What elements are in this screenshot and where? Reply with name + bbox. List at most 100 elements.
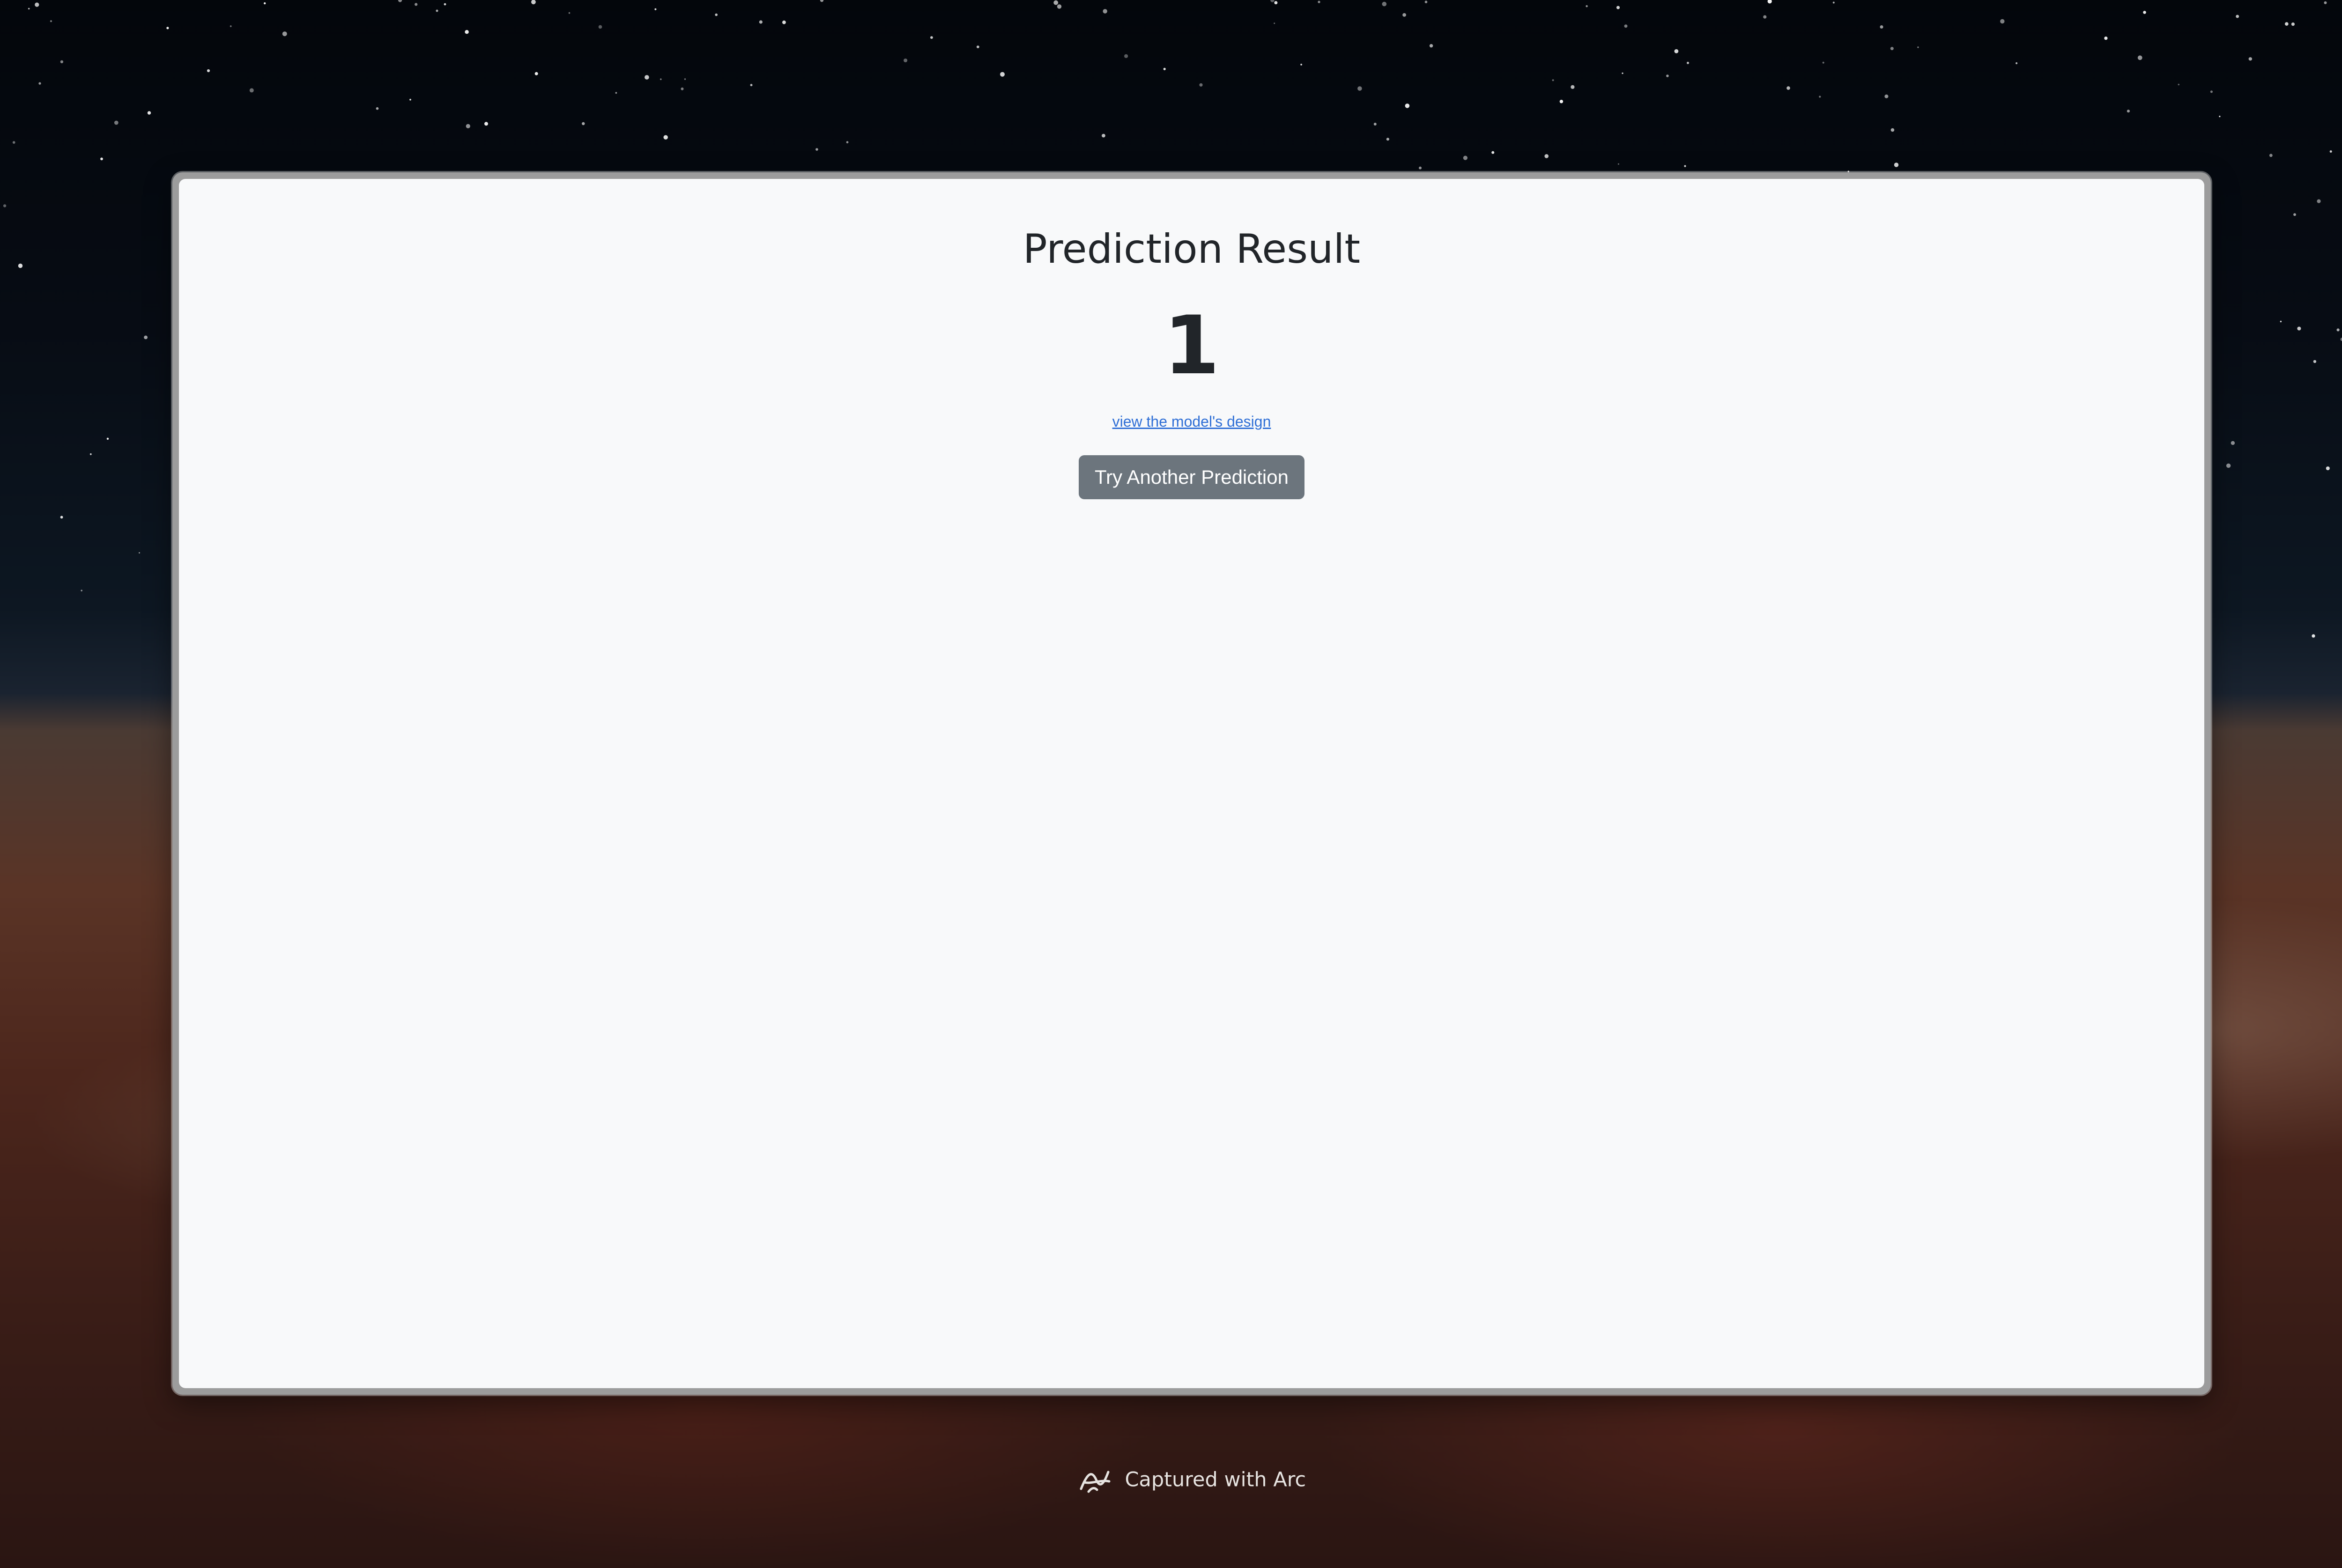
star <box>106 437 109 440</box>
star <box>820 0 824 2</box>
browser-window: Prediction Result 1 view the model's des… <box>172 172 2211 1395</box>
star <box>2336 328 2340 332</box>
star <box>409 98 411 101</box>
star <box>38 82 41 85</box>
prediction-value: 1 <box>1164 298 1220 392</box>
star <box>1386 138 1389 141</box>
star <box>2210 90 2213 93</box>
star <box>139 552 140 554</box>
star <box>1424 0 1428 4</box>
star <box>1763 15 1767 19</box>
star <box>1300 64 1303 66</box>
star <box>1463 155 1467 160</box>
star <box>715 13 718 16</box>
star <box>930 36 933 39</box>
star <box>444 3 446 6</box>
star <box>2326 466 2330 470</box>
star <box>1890 47 1894 51</box>
star <box>1571 85 1575 89</box>
star <box>2312 634 2315 638</box>
star <box>531 0 536 5</box>
star <box>2313 360 2317 363</box>
star <box>1684 165 1686 167</box>
star <box>2143 11 2146 14</box>
star <box>1318 0 1320 3</box>
star <box>1053 0 1059 5</box>
view-design-link[interactable]: view the model's design <box>179 413 2204 430</box>
star <box>1057 4 1062 9</box>
star <box>1666 74 1669 77</box>
star <box>2016 62 2018 65</box>
star <box>60 516 63 519</box>
star <box>846 141 849 144</box>
star <box>1199 83 1203 87</box>
star <box>415 3 418 6</box>
star <box>1124 54 1128 58</box>
star <box>1559 100 1564 104</box>
star <box>2104 37 2108 40</box>
star <box>782 20 786 24</box>
star <box>1687 61 1689 64</box>
star <box>1586 5 1588 7</box>
star <box>1880 25 1883 29</box>
star <box>1382 1 1387 7</box>
star <box>904 59 908 62</box>
star <box>2297 326 2301 331</box>
star <box>750 84 753 87</box>
star <box>2000 19 2005 24</box>
star <box>681 87 684 90</box>
star <box>684 78 686 80</box>
star <box>18 263 23 268</box>
star <box>3 204 7 207</box>
star <box>2324 1 2327 4</box>
star <box>1917 46 1919 48</box>
star <box>28 7 30 10</box>
star <box>2293 213 2296 216</box>
star <box>376 107 379 110</box>
star <box>1894 163 1899 167</box>
star <box>1402 13 1407 17</box>
star <box>207 69 210 73</box>
star <box>645 75 649 80</box>
star <box>976 45 979 48</box>
try-another-prediction-button[interactable]: Try Another Prediction <box>1079 455 1304 499</box>
star <box>1617 163 1619 165</box>
star <box>568 12 571 14</box>
star <box>2248 57 2252 61</box>
star <box>2269 154 2273 157</box>
star <box>60 60 64 64</box>
star <box>1884 94 1889 98</box>
star <box>598 25 602 29</box>
star <box>660 78 662 80</box>
capture-caption: Captured with Arc <box>0 1462 2342 1495</box>
star <box>582 122 585 126</box>
star <box>1373 123 1377 126</box>
star <box>1405 104 1410 108</box>
star <box>759 20 763 24</box>
star <box>1429 44 1433 48</box>
star <box>35 2 39 7</box>
star <box>2127 110 2130 113</box>
star <box>264 2 266 5</box>
star <box>12 141 15 144</box>
star <box>282 31 287 37</box>
star <box>484 122 488 126</box>
caption-text: Captured with Arc <box>1125 1468 1306 1492</box>
star <box>1274 22 1275 24</box>
star <box>436 9 438 12</box>
star <box>1786 86 1790 90</box>
star <box>2329 150 2332 153</box>
star <box>1163 67 1166 70</box>
star <box>815 148 818 151</box>
star <box>50 20 52 22</box>
star <box>398 0 402 2</box>
star <box>466 124 470 128</box>
star <box>2137 55 2142 60</box>
star <box>1000 72 1005 77</box>
star <box>249 88 254 93</box>
star <box>615 92 617 94</box>
star <box>1624 24 1628 28</box>
star <box>534 72 538 75</box>
star <box>1674 49 1679 53</box>
star <box>2219 116 2221 118</box>
